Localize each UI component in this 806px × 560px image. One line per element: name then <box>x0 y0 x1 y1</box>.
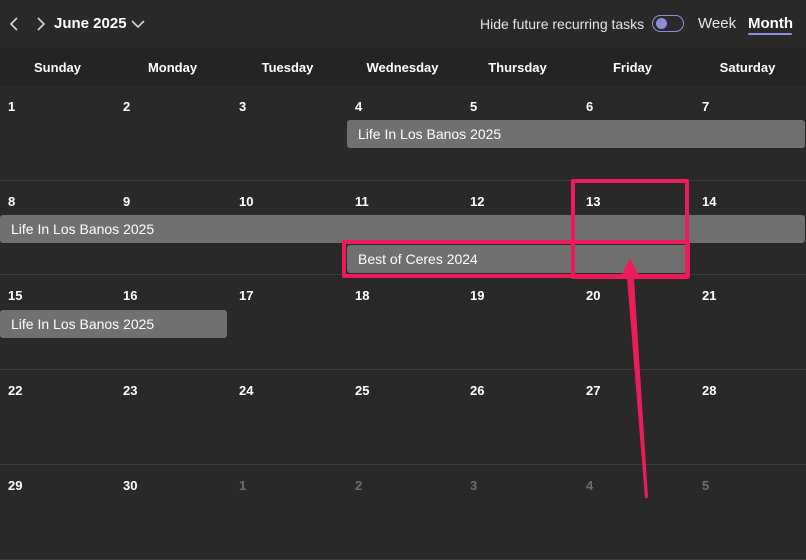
date-cell[interactable]: 22 <box>8 383 22 398</box>
date-cell[interactable]: 16 <box>123 288 137 303</box>
event-life-in-los-banos[interactable]: Life In Los Banos 2025 <box>0 215 805 243</box>
weekday-tuesday: Tuesday <box>261 60 314 75</box>
date-cell[interactable]: 4 <box>355 99 362 114</box>
date-cell[interactable]: 10 <box>239 194 253 209</box>
date-cell[interactable]: 9 <box>123 194 130 209</box>
week-row: 1 2 3 4 5 6 7 Life In Los Banos 2025 <box>0 86 806 181</box>
date-cell[interactable]: 2 <box>123 99 130 114</box>
active-view-indicator <box>748 33 792 35</box>
date-cell[interactable]: 13 <box>586 194 600 209</box>
calendar-toolbar: June 2025 Hide future recurring tasks We… <box>0 0 806 48</box>
date-cell[interactable]: 19 <box>470 288 484 303</box>
week-row: 15 16 17 18 19 20 21 Life In Los Banos 2… <box>0 275 806 370</box>
date-cell[interactable]: 11 <box>355 194 369 209</box>
hide-recurring-toggle[interactable] <box>652 15 684 32</box>
date-cell-next-month[interactable]: 1 <box>239 478 246 493</box>
toggle-knob <box>656 18 667 29</box>
date-cell-next-month[interactable]: 4 <box>586 478 593 493</box>
event-life-in-los-banos[interactable]: Life In Los Banos 2025 <box>347 120 805 148</box>
week-row: 8 9 10 11 12 13 14 Life In Los Banos 202… <box>0 181 806 275</box>
weekday-monday: Monday <box>147 60 198 75</box>
date-cell[interactable]: 20 <box>586 288 600 303</box>
date-cell[interactable]: 30 <box>123 478 137 493</box>
date-cell[interactable]: 28 <box>702 383 716 398</box>
chevron-right-icon[interactable] <box>31 13 49 35</box>
date-cell[interactable]: 27 <box>586 383 600 398</box>
hide-recurring-label: Hide future recurring tasks <box>480 16 645 32</box>
date-cell[interactable]: 8 <box>8 194 15 209</box>
date-cell[interactable]: 29 <box>8 478 22 493</box>
date-cell[interactable]: 23 <box>123 383 137 398</box>
week-row: 22 23 24 25 26 27 28 <box>0 370 806 465</box>
date-cell[interactable]: 21 <box>702 288 716 303</box>
date-cell-next-month[interactable]: 3 <box>470 478 477 493</box>
date-cell-next-month[interactable]: 5 <box>702 478 709 493</box>
month-title[interactable]: June 2025 <box>54 15 127 32</box>
event-best-of-ceres[interactable]: Best of Ceres 2024 <box>347 245 687 273</box>
date-cell[interactable]: 15 <box>8 288 22 303</box>
date-cell[interactable]: 14 <box>702 194 716 209</box>
date-cell[interactable]: 5 <box>470 99 477 114</box>
date-cell[interactable]: 18 <box>355 288 369 303</box>
chevron-down-icon[interactable] <box>128 13 148 35</box>
date-cell[interactable]: 25 <box>355 383 369 398</box>
weekday-thursday: Thursday <box>488 60 547 75</box>
date-cell[interactable]: 7 <box>702 99 709 114</box>
date-cell[interactable]: 12 <box>470 194 484 209</box>
date-cell[interactable]: 1 <box>8 99 15 114</box>
weekday-saturday: Saturday <box>719 60 776 75</box>
date-cell[interactable]: 6 <box>586 99 593 114</box>
date-cell-next-month[interactable]: 2 <box>355 478 362 493</box>
date-cell[interactable]: 17 <box>239 288 253 303</box>
date-cell[interactable]: 3 <box>239 99 246 114</box>
view-week-button[interactable]: Week <box>698 15 736 32</box>
view-month-button[interactable]: Month <box>748 15 793 32</box>
week-row: 29 30 1 2 3 4 5 <box>0 465 806 560</box>
weekday-header-row: Sunday Monday Tuesday Wednesday Thursday… <box>0 48 806 86</box>
date-cell[interactable]: 24 <box>239 383 253 398</box>
date-cell[interactable]: 26 <box>470 383 484 398</box>
chevron-left-icon[interactable] <box>6 13 24 35</box>
weekday-sunday: Sunday <box>34 60 81 75</box>
event-life-in-los-banos[interactable]: Life In Los Banos 2025 <box>0 310 227 338</box>
weekday-friday: Friday <box>612 60 652 75</box>
weekday-wednesday: Wednesday <box>366 60 439 75</box>
